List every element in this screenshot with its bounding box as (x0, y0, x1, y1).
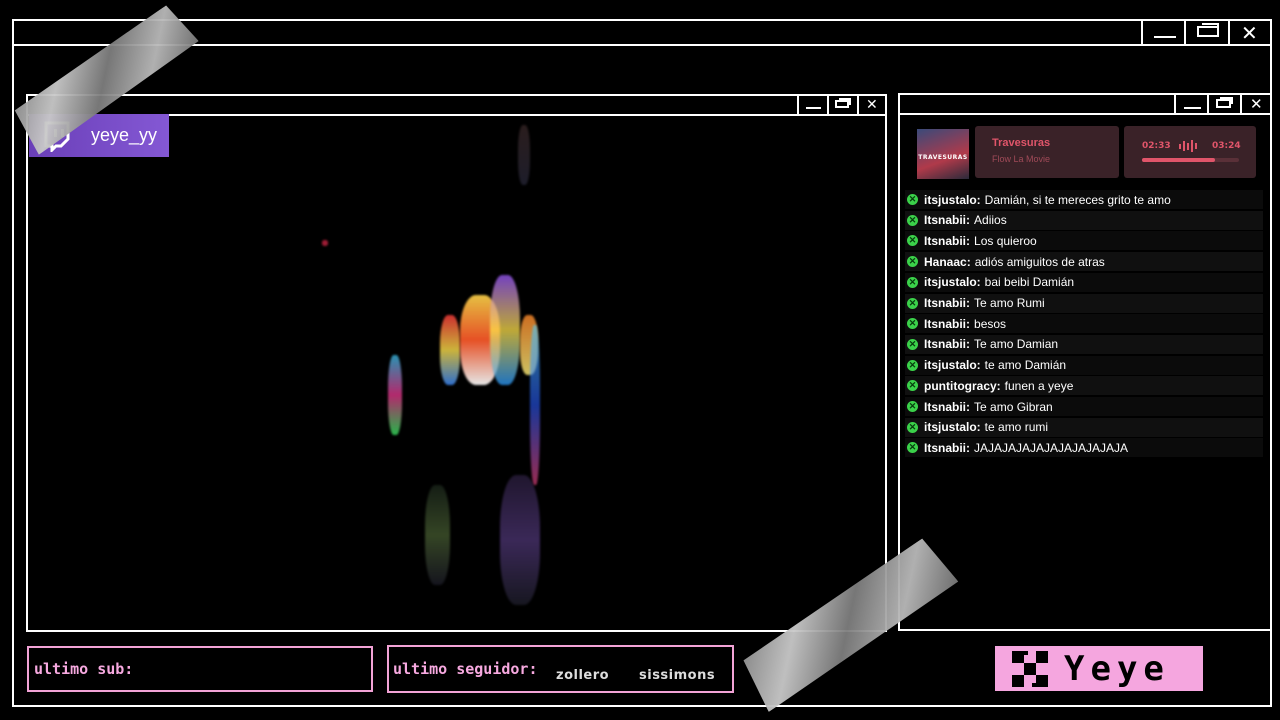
chat-username[interactable]: Itsnabii: (924, 441, 970, 455)
chat-message: ✕ itsjustalo: te amo Damián (905, 355, 1263, 375)
chat-badge-icon: ✕ (907, 235, 918, 247)
progress-fill (1142, 158, 1215, 162)
chat-message: ✕ itsjustalo: bai beibi Damián (905, 272, 1263, 292)
chat-username[interactable]: itsjustalo: (924, 275, 981, 289)
chat-badge-icon: ✕ (907, 401, 918, 412)
chat-username[interactable]: Itsnabii: (924, 234, 970, 248)
chat-text: te amo Damián (984, 358, 1067, 373)
last-sub-label: ultimo sub: (34, 660, 134, 678)
video-close-button[interactable]: ✕ (857, 96, 885, 114)
chat-message: ✕ Itsnabii: Te amo Damian (905, 334, 1263, 354)
chat-message: ✕ itsjustalo: Damián, si te mereces grito … (905, 190, 1263, 209)
video-restore-button[interactable] (827, 96, 857, 114)
chat-badge-icon: ✕ (907, 442, 918, 454)
minimize-icon (1184, 107, 1201, 109)
chat-username[interactable]: Itsnabii: (924, 400, 970, 414)
chat-message: ✕ Itsnabii: Te amo Gibran (905, 397, 1263, 416)
chat-message: ✕ puntitogracy: funen a yeye (905, 376, 1263, 396)
chat-message: ✕ Itsnabii: Adiios (905, 210, 1263, 230)
chat-message: ✕ Hanaac: adiós amiguitos de atras (905, 252, 1263, 272)
album-art: TRAVESURAS (917, 129, 969, 179)
chat-badge-icon: ✕ (907, 318, 918, 330)
chat-username[interactable]: itsjustalo: (924, 193, 981, 207)
chat-username[interactable]: itsjustalo: (924, 420, 981, 434)
chat-message: ✕ Itsnabii: Los quieroo (905, 231, 1263, 251)
chat-text: adiós amiguitos de atras (974, 254, 1105, 269)
close-icon: ✕ (866, 97, 878, 113)
outer-titlebar: ✕ (14, 21, 1270, 46)
chat-close-button[interactable]: ✕ (1240, 95, 1270, 113)
chat-username[interactable]: Itsnabii: (924, 213, 970, 227)
chat-badge-icon: ✕ (907, 214, 918, 226)
last-follower-label: ultimo seguidor: (393, 660, 538, 678)
last-follower-name: zollero (556, 668, 610, 683)
chat-badge-icon: ✕ (907, 297, 918, 309)
restore-button[interactable] (1184, 21, 1228, 44)
chat-message: ✕ Itsnabii: JAJAJAJAJAJAJAJAJAJAJA (905, 438, 1263, 458)
chat-badge-icon: ✕ (907, 421, 918, 433)
chat-titlebar: ✕ (900, 95, 1270, 115)
track-progress-card: 02:33 03:24 (1124, 126, 1256, 178)
chat-badge-icon: ✕ (907, 338, 918, 350)
chat-badge-icon: ✕ (907, 380, 918, 392)
chat-badge-icon: ✕ (907, 256, 918, 268)
chat-text: bai beibi Damián (984, 275, 1075, 290)
time-total: 03:24 (1212, 141, 1241, 151)
chat-badge-icon: ✕ (907, 359, 918, 371)
chat-message: ✕ Itsnabii: Te amo Rumi (905, 293, 1263, 313)
brand-name: Yeye (1064, 648, 1170, 689)
chat-restore-button[interactable] (1207, 95, 1240, 113)
chat-text: besos (974, 316, 1007, 331)
minimize-button[interactable] (1141, 21, 1184, 44)
close-icon: ✕ (1241, 21, 1258, 45)
chat-username[interactable]: Itsnabii: (924, 337, 970, 351)
album-art-text: TRAVESURAS (918, 154, 968, 161)
chat-text: JAJAJAJAJAJAJAJAJAJAJA (974, 440, 1129, 455)
chat-message: ✕ itsjustalo: te amo rumi (905, 417, 1263, 437)
chat-text: te amo rumi (984, 420, 1049, 435)
close-button[interactable]: ✕ (1228, 21, 1270, 44)
time-current: 02:33 (1142, 141, 1171, 151)
chat-username[interactable]: Hanaac: (924, 255, 971, 269)
chat-username[interactable]: itsjustalo: (924, 358, 981, 372)
chat-text: Te amo Damian (974, 337, 1059, 352)
track-info-card: Travesuras Flow La Movie (975, 126, 1119, 178)
streamer-name: yeye_yy (91, 125, 158, 145)
chat-text: Los quieroo (974, 233, 1037, 248)
brand-box: Yeye (995, 646, 1203, 691)
last-follower-name: sissimons (639, 668, 716, 683)
chat-username[interactable]: Itsnabii: (924, 317, 970, 331)
chat-text: Te amo Rumi (974, 296, 1045, 310)
chat-text: Adiios (974, 213, 1007, 228)
track-title: Travesuras (992, 137, 1051, 149)
chat-text: funen a yeye (1004, 378, 1074, 393)
chat-message: ✕ Itsnabii: besos (905, 314, 1263, 334)
video-minimize-button[interactable] (797, 96, 827, 114)
progress-track[interactable] (1142, 158, 1239, 162)
chat-badge-icon: ✕ (907, 276, 918, 288)
pixel-logo-icon (1012, 650, 1048, 687)
chat-text: Te amo Gibran (974, 399, 1053, 414)
video-content (30, 115, 883, 628)
chat-badge-icon: ✕ (907, 194, 918, 205)
minimize-icon (806, 107, 821, 109)
last-follower-box: ultimo seguidor: zollero sissimons (387, 645, 734, 693)
last-sub-box: ultimo sub: (27, 646, 373, 692)
minimize-icon (1154, 36, 1176, 38)
chat-minimize-button[interactable] (1174, 95, 1207, 113)
chat-username[interactable]: Itsnabii: (924, 296, 970, 310)
chat-text: Damián, si te mereces grito te amo (984, 192, 1171, 207)
equalizer-icon (1179, 140, 1197, 152)
chat-username[interactable]: puntitogracy: (924, 379, 1001, 393)
track-artist: Flow La Movie (992, 154, 1051, 164)
close-icon: ✕ (1250, 95, 1263, 113)
video-titlebar: ✕ (28, 96, 885, 116)
